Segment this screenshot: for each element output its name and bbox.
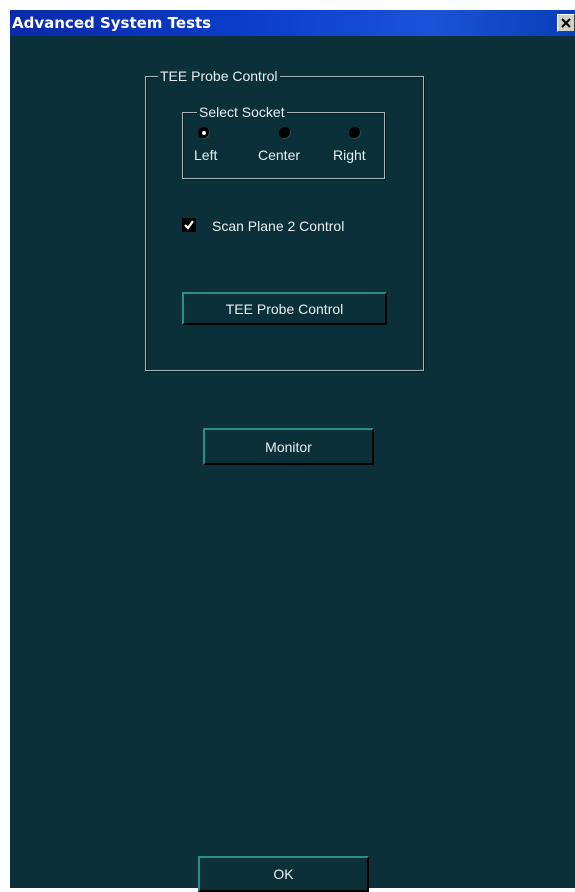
scan-plane-checkbox[interactable] <box>182 218 196 232</box>
select-socket-label: Select Socket <box>197 103 287 121</box>
scan-plane-label[interactable]: Scan Plane 2 Control <box>212 218 344 234</box>
tee-probe-control-group: TEE Probe Control Select Socket Left Cen… <box>145 67 424 371</box>
socket-center-label: Center <box>258 147 301 163</box>
close-button[interactable] <box>557 14 575 32</box>
window-title: Advanced System Tests <box>12 14 212 32</box>
title-bar[interactable]: Advanced System Tests <box>10 10 575 36</box>
socket-left-radio[interactable] <box>198 127 210 139</box>
socket-left-label: Left <box>194 147 218 163</box>
select-socket-group: Select Socket Left Center Right <box>182 103 385 179</box>
ok-button[interactable]: OK <box>198 856 369 892</box>
check-icon <box>184 220 194 230</box>
socket-right-radio[interactable] <box>349 127 361 139</box>
dialog-window: Advanced System Tests TEE Probe Control … <box>10 10 575 892</box>
socket-center-radio[interactable] <box>279 127 291 139</box>
close-icon <box>561 18 571 28</box>
tee-probe-control-button[interactable]: TEE Probe Control <box>182 292 387 325</box>
monitor-button[interactable]: Monitor <box>203 428 374 465</box>
tee-probe-group-label: TEE Probe Control <box>158 67 280 85</box>
socket-right-label: Right <box>333 147 366 163</box>
